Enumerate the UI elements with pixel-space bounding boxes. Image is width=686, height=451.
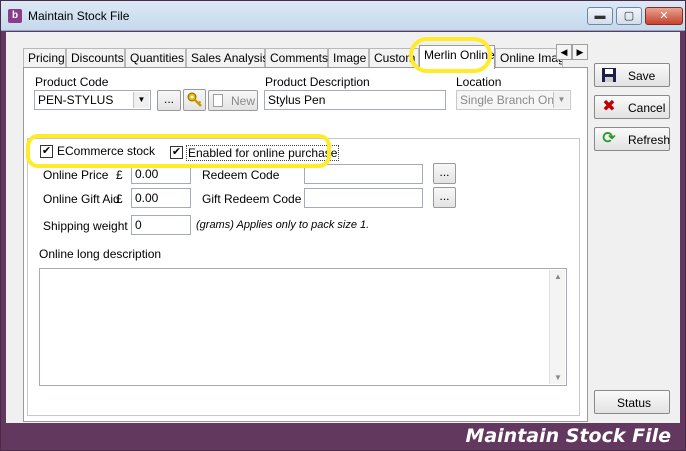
cancel-x-icon: ✖ — [602, 98, 616, 115]
app-window: b Maintain Stock File ▬ ▢ ✕ Pricing Disc… — [0, 0, 686, 451]
gift-redeem-code-label: Gift Redeem Code — [202, 192, 302, 206]
tab-image[interactable]: Image — [328, 48, 369, 68]
location-combo[interactable]: Single Branch Only ▼ — [456, 90, 571, 110]
key-lookup-button[interactable] — [183, 89, 206, 111]
ecommerce-stock-checkbox[interactable]: ✔ — [40, 145, 53, 158]
gift-redeem-code-field[interactable] — [304, 188, 423, 208]
title-bar[interactable]: b Maintain Stock File ▬ ▢ ✕ — [1, 1, 685, 31]
location-label: Location — [456, 75, 502, 89]
tab-scroll-right-icon[interactable]: ▶ — [572, 44, 588, 60]
status-button[interactable]: Status — [594, 390, 670, 414]
status-button-label: Status — [617, 396, 652, 410]
scroll-down-icon[interactable]: ▼ — [550, 373, 566, 382]
product-description-field[interactable]: Stylus Pen — [264, 90, 446, 110]
shipping-weight-field[interactable]: 0 — [131, 215, 191, 235]
chevron-down-icon[interactable]: ▼ — [133, 92, 149, 108]
tab-scroll-left-icon[interactable]: ◀ — [556, 44, 572, 60]
cancel-button-label: Cancel — [628, 101, 666, 115]
window-title: Maintain Stock File — [28, 9, 130, 23]
app-icon: b — [8, 9, 22, 23]
save-icon — [601, 67, 617, 83]
redeem-code-browse-button[interactable]: ... — [433, 163, 456, 184]
online-gift-aid-field[interactable]: 0.00 — [131, 188, 191, 208]
save-button-label: Save — [628, 69, 656, 83]
tab-sales-analysis[interactable]: Sales Analysis — [186, 48, 268, 68]
tab-discounts[interactable]: Discounts — [66, 48, 125, 68]
tab-pricing[interactable]: Pricing — [23, 48, 66, 68]
chevron-down-icon[interactable]: ▼ — [553, 92, 569, 108]
shipping-weight-label: Shipping weight — [43, 219, 128, 233]
product-code-combo[interactable]: PEN-STYLUS ▼ — [34, 90, 151, 110]
online-price-currency: £ — [116, 168, 123, 182]
redeem-code-label: Redeem Code — [202, 168, 280, 182]
tab-online-image[interactable]: Online Image — [495, 48, 563, 68]
save-button[interactable]: Save — [594, 63, 670, 87]
new-button-label: New — [231, 94, 256, 108]
new-document-icon — [213, 94, 223, 107]
close-button[interactable]: ✕ — [645, 7, 683, 25]
maximize-button[interactable]: ▢ — [616, 7, 642, 25]
online-price-label: Online Price — [43, 168, 109, 182]
enabled-online-purchase-label[interactable]: Enabled for online purchase — [186, 145, 340, 161]
product-description-label: Product Description — [265, 75, 370, 89]
tab-custom[interactable]: Custom — [369, 48, 419, 68]
shipping-note: (grams) Applies only to pack size 1. — [196, 219, 370, 231]
redeem-code-field[interactable] — [304, 164, 423, 184]
browse-button[interactable]: ... — [157, 90, 181, 111]
refresh-button-label: Refresh — [628, 133, 671, 147]
online-long-description-textarea[interactable]: ▲ ▼ — [39, 268, 567, 386]
tab-merlin-online[interactable]: Merlin Online — [419, 45, 495, 69]
gift-redeem-code-browse-button[interactable]: ... — [433, 187, 456, 208]
enabled-online-purchase-checkbox[interactable]: ✔ — [170, 146, 183, 159]
online-long-description-label: Online long description — [39, 247, 162, 261]
product-code-value: PEN-STYLUS — [38, 93, 114, 107]
key-icon — [187, 92, 202, 107]
ecommerce-stock-label[interactable]: ECommerce stock — [57, 144, 155, 158]
location-value: Single Branch Only — [460, 93, 563, 107]
scroll-up-icon[interactable]: ▲ — [550, 272, 566, 281]
online-gift-aid-label: Online Gift Aid — [43, 192, 120, 206]
minimize-button[interactable]: ▬ — [587, 7, 613, 25]
footer-title: Maintain Stock File — [465, 425, 671, 447]
online-price-field[interactable]: 0.00 — [131, 164, 191, 184]
product-code-label: Product Code — [35, 75, 109, 89]
tab-quantities[interactable]: Quantities — [125, 48, 186, 68]
online-gift-aid-currency: £ — [116, 192, 123, 206]
cancel-button[interactable]: ✖ Cancel — [594, 95, 670, 119]
memo-scrollbar[interactable]: ▲ ▼ — [549, 270, 565, 384]
refresh-icon: ⟳ — [602, 130, 616, 147]
new-button[interactable]: New — [208, 90, 258, 111]
refresh-button[interactable]: ⟳ Refresh — [594, 127, 670, 151]
tab-comments[interactable]: Comments — [265, 48, 328, 68]
